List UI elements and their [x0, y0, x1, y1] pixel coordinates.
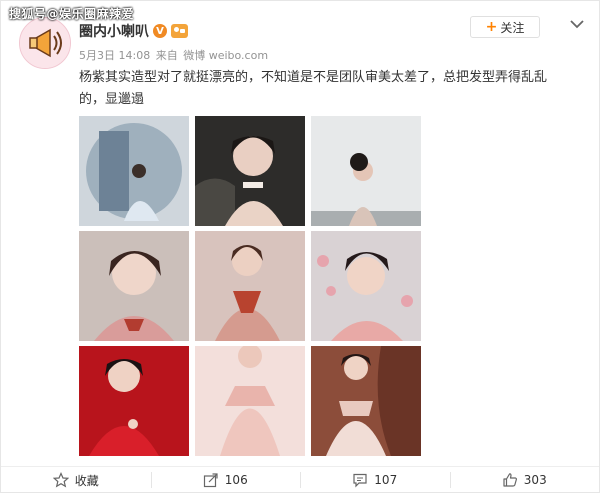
repost-count: 106	[224, 473, 248, 487]
like-button[interactable]: 303	[449, 467, 600, 493]
image-grid	[79, 116, 422, 456]
verified-badge-icon: V	[153, 24, 167, 38]
like-count: 303	[523, 473, 547, 487]
action-bar: 收藏 106 107 303	[1, 466, 599, 493]
avatar[interactable]	[19, 17, 71, 69]
favorite-button[interactable]: 收藏	[1, 467, 151, 493]
follow-label: 关注	[500, 20, 525, 35]
plus-icon: +	[485, 19, 498, 35]
thumbs-up-icon	[503, 473, 517, 487]
photo-4[interactable]	[79, 231, 189, 341]
post-text: 杨紫其实造型对了就挺漂亮的，不知道是不是团队审美太差了，总把发型弄得乱乱的，显邋…	[79, 70, 548, 107]
chevron-down-icon[interactable]	[567, 14, 587, 34]
username-row: 圈内小喇叭 V	[79, 21, 188, 41]
repost-button[interactable]: 106	[150, 467, 301, 493]
photo-5[interactable]	[195, 231, 305, 341]
post-date[interactable]: 5月3日 14:08	[79, 49, 150, 62]
share-icon	[203, 473, 218, 488]
source-prefix: 来自	[155, 49, 178, 62]
photo-3[interactable]	[311, 116, 421, 226]
weibo-post-card: 搜狐号@娱乐圈麻辣爱 圈内小喇叭 V 5月3日 14:08 来自 微博 weib…	[0, 0, 600, 493]
megaphone-logo-icon	[20, 18, 70, 68]
photo-7[interactable]	[79, 346, 189, 456]
comment-button[interactable]: 107	[300, 467, 450, 493]
member-badge-icon	[171, 24, 188, 38]
photo-1[interactable]	[79, 116, 189, 226]
favorite-label: 收藏	[74, 473, 99, 488]
username[interactable]: 圈内小喇叭	[79, 21, 149, 41]
comment-count: 107	[374, 473, 398, 487]
watermark: 搜狐号@娱乐圈麻辣爱	[9, 7, 135, 21]
post-meta: 5月3日 14:08 来自 微博 weibo.com	[79, 47, 270, 63]
star-icon	[52, 472, 69, 488]
photo-8[interactable]	[195, 346, 305, 456]
photo-6[interactable]	[311, 231, 421, 341]
follow-button[interactable]: + 关注	[470, 16, 540, 38]
photo-9[interactable]	[311, 346, 421, 456]
comment-icon	[353, 473, 367, 488]
post-source[interactable]: 微博 weibo.com	[183, 49, 268, 62]
photo-2[interactable]	[195, 116, 305, 226]
